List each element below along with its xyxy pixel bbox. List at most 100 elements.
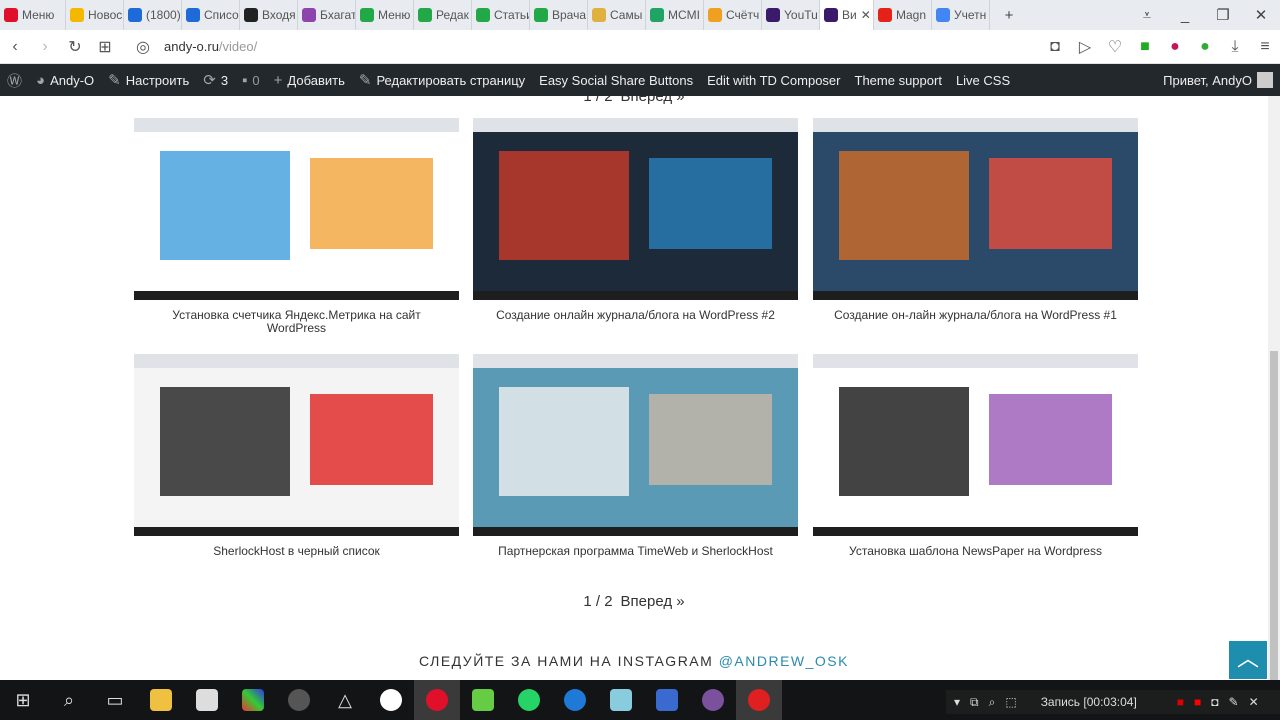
taskbar-app-green[interactable] — [460, 680, 506, 720]
video-card[interactable]: Установка шаблона NewsPaper на Wordpress — [813, 354, 1138, 558]
browser-tab[interactable]: Списо — [182, 0, 240, 30]
add-new-link[interactable]: + Добавить — [267, 72, 352, 89]
url-field[interactable]: andy-o.ru/video/ — [164, 39, 257, 54]
minimize-icon[interactable]: _ — [1166, 7, 1204, 24]
browser-tab[interactable]: Самы — [588, 0, 646, 30]
live-css-link[interactable]: Live CSS — [949, 73, 1017, 88]
browser-tab[interactable]: Редак — [414, 0, 472, 30]
video-thumbnail[interactable] — [473, 118, 798, 300]
taskbar-edge[interactable] — [552, 680, 598, 720]
taskbar-whatsapp[interactable] — [506, 680, 552, 720]
browser-tab[interactable]: Статьи — [472, 0, 530, 30]
video-thumbnail[interactable] — [473, 354, 798, 536]
scrollbar[interactable] — [1268, 96, 1280, 681]
taskbar-recorder[interactable] — [736, 680, 782, 720]
back-icon[interactable]: ‹ — [0, 38, 30, 56]
search-button[interactable]: ⌕ — [46, 680, 92, 720]
video-card[interactable]: Установка счетчика Яндекс.Метрика на сай… — [134, 118, 459, 335]
forward-icon[interactable]: › — [30, 38, 60, 56]
tab-menu-icon[interactable]: ⩡ — [1128, 7, 1166, 24]
next-page-link[interactable]: Вперед » — [621, 593, 685, 610]
taskbar-app-disc[interactable] — [276, 680, 322, 720]
browser-tab[interactable]: Счётч — [704, 0, 762, 30]
start-button[interactable]: ⊞ — [0, 680, 46, 720]
browser-tab[interactable]: YouTu — [762, 0, 820, 30]
viber-icon — [702, 689, 724, 711]
instagram-handle-link[interactable]: @ANDREW_OSK — [719, 653, 849, 669]
close-tab-icon[interactable]: ✕ — [861, 8, 871, 22]
taskbar-app-colorful[interactable] — [230, 680, 276, 720]
taskbar-opera[interactable] — [414, 680, 460, 720]
browser-tab[interactable]: Врача — [530, 0, 588, 30]
task-view-button[interactable]: ▭ — [92, 680, 138, 720]
browser-tab[interactable]: Меню — [0, 0, 66, 30]
browser-tab[interactable]: Меню — [356, 0, 414, 30]
video-title[interactable]: Создание онлайн журнала/блога на WordPre… — [473, 309, 798, 322]
browser-tab[interactable]: Учетн — [932, 0, 990, 30]
video-title[interactable]: Установка шаблона NewsPaper на Wordpress — [813, 545, 1138, 558]
account-menu[interactable]: Привет, AndyO — [1156, 72, 1280, 88]
window-icon[interactable]: ⧉ — [970, 695, 979, 710]
taskbar-explorer[interactable] — [138, 680, 184, 720]
taskbar-app-a[interactable]: △ — [322, 680, 368, 720]
pen-icon[interactable]: ✎ — [1229, 695, 1239, 709]
customize-link[interactable]: ✎ Настроить — [101, 71, 196, 89]
taskbar-viber[interactable] — [690, 680, 736, 720]
menu-icon[interactable]: ≡ — [1250, 38, 1280, 56]
video-thumbnail[interactable] — [134, 118, 459, 300]
download-icon[interactable]: ⤓ — [1220, 38, 1250, 56]
close-icon[interactable]: ✕ — [1249, 695, 1259, 709]
browser-tab[interactable]: Новос — [66, 0, 124, 30]
heart-icon[interactable]: ♡ — [1100, 37, 1130, 57]
video-title[interactable]: SherlockHost в черный список — [134, 545, 459, 558]
browser-tab[interactable]: Входя — [240, 0, 298, 30]
td-composer-link[interactable]: Edit with TD Composer — [700, 73, 847, 88]
theme-support-link[interactable]: Theme support — [848, 73, 949, 88]
restore-icon[interactable]: ❐ — [1204, 6, 1242, 24]
comments-link[interactable]: ▪ 0 — [235, 72, 267, 89]
tab-label: Врача — [552, 8, 587, 22]
zoom-icon[interactable]: ⌕ — [989, 695, 996, 710]
new-tab-icon[interactable]: + — [990, 7, 1028, 24]
pause-icon[interactable]: ■ — [1177, 695, 1184, 709]
taskbar-store[interactable] — [184, 680, 230, 720]
essb-link[interactable]: Easy Social Share Buttons — [532, 73, 700, 88]
edit-page-link[interactable]: ✎ Редактировать страницу — [352, 71, 532, 89]
next-page-link[interactable]: Вперед » — [621, 96, 685, 105]
flow-icon[interactable]: ▷ — [1070, 37, 1100, 57]
stop-icon[interactable]: ■ — [1194, 695, 1201, 709]
browser-tab[interactable]: Ви ✕ — [820, 0, 874, 30]
video-card[interactable]: Партнерская программа TimeWeb и Sherlock… — [473, 354, 798, 558]
speed-dial-icon[interactable]: ⊞ — [90, 37, 120, 57]
browser-tab[interactable]: Magn — [874, 0, 932, 30]
video-thumbnail[interactable] — [813, 354, 1138, 536]
taskbar-save[interactable] — [644, 680, 690, 720]
screenshot-icon[interactable]: ◘ — [1211, 695, 1218, 709]
taskbar-app-blue[interactable] — [598, 680, 644, 720]
browser-tab[interactable]: (1800) — [124, 0, 182, 30]
reload-icon[interactable]: ↻ — [60, 37, 90, 57]
dropdown-icon[interactable]: ▾ — [954, 695, 960, 709]
updates-link[interactable]: ⟳ 3 — [196, 71, 235, 89]
extension-off-icon[interactable]: ● — [1160, 38, 1190, 56]
taskbar-hp[interactable] — [368, 680, 414, 720]
extension-green-icon[interactable]: ● — [1190, 38, 1220, 56]
extension-icon[interactable]: ■ — [1130, 38, 1160, 56]
video-card[interactable]: SherlockHost в черный список — [134, 354, 459, 558]
video-title[interactable]: Установка счетчика Яндекс.Метрика на сай… — [134, 309, 459, 335]
region-icon[interactable]: ⬚ — [1005, 695, 1016, 709]
browser-tab[interactable]: Бхагат — [298, 0, 356, 30]
browser-tab[interactable]: MCMI — [646, 0, 704, 30]
scrollbar-thumb[interactable] — [1270, 351, 1278, 681]
camera-icon[interactable]: ◘ — [1040, 38, 1070, 56]
video-card[interactable]: Создание онлайн журнала/блога на WordPre… — [473, 118, 798, 322]
site-name[interactable]: ◕ Andy-O — [29, 72, 101, 89]
video-thumbnail[interactable] — [813, 118, 1138, 300]
video-title[interactable]: Партнерская программа TimeWeb и Sherlock… — [473, 545, 798, 558]
video-title[interactable]: Создание он-лайн журнала/блога на WordPr… — [813, 309, 1138, 322]
close-window-icon[interactable]: ✕ — [1242, 6, 1280, 24]
wp-logo[interactable]: Ⓦ — [0, 70, 29, 91]
back-to-top-button[interactable]: ︿ — [1229, 641, 1267, 679]
video-card[interactable]: Создание он-лайн журнала/блога на WordPr… — [813, 118, 1138, 322]
video-thumbnail[interactable] — [134, 354, 459, 536]
